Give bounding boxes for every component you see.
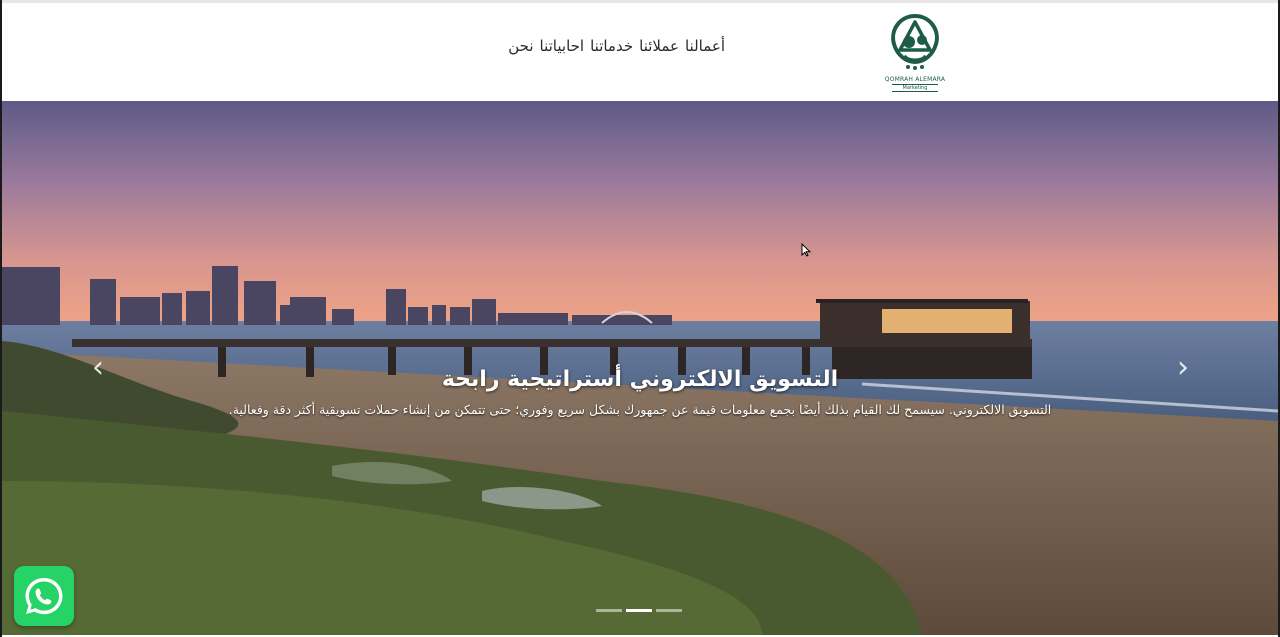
site-logo[interactable]: QOMRAH ALEMARA Marketing xyxy=(882,12,948,96)
nav-item-clients[interactable]: عملائنا xyxy=(639,37,679,55)
chevron-right-icon: › xyxy=(1177,350,1189,385)
logo-tagline: Marketing xyxy=(892,84,938,92)
logo-brand-text: QOMRAH ALEMARA xyxy=(884,76,946,83)
whatsapp-chat-button[interactable] xyxy=(14,566,74,626)
hero-description: التسويق الالكتروني. سيسمح لك القيام بذلك… xyxy=(228,402,1052,417)
hero-title: التسويق الالكتروني أستراتيجية رابحة xyxy=(441,367,839,392)
site-header: نحن احابياتنا خدماتنا عملائنا أعمالنا QO… xyxy=(2,3,1278,101)
qomrah-logo-icon xyxy=(891,13,939,70)
carousel-indicator-3[interactable] xyxy=(656,609,682,612)
nav-item-services[interactable]: خدماتنا xyxy=(590,37,633,55)
hero-carousel: التسويق الالكتروني أستراتيجية رابحة التس… xyxy=(2,101,1278,635)
carousel-next-button[interactable]: › xyxy=(1169,353,1197,383)
carousel-indicator-1[interactable] xyxy=(596,609,622,612)
carousel-indicator-2[interactable] xyxy=(626,609,652,612)
nav-item-about[interactable]: نحن xyxy=(508,37,533,55)
mouse-cursor-icon xyxy=(801,243,811,257)
nav-item-works[interactable]: أعمالنا xyxy=(685,37,725,55)
carousel-prev-button[interactable]: ‹ xyxy=(84,353,112,383)
nav-item-hobbies[interactable]: احابياتنا xyxy=(540,37,585,55)
carousel-indicators xyxy=(596,609,682,612)
chevron-left-icon: ‹ xyxy=(92,350,104,385)
whatsapp-icon xyxy=(25,578,63,615)
main-nav: نحن احابياتنا خدماتنا عملائنا أعمالنا xyxy=(508,37,725,55)
